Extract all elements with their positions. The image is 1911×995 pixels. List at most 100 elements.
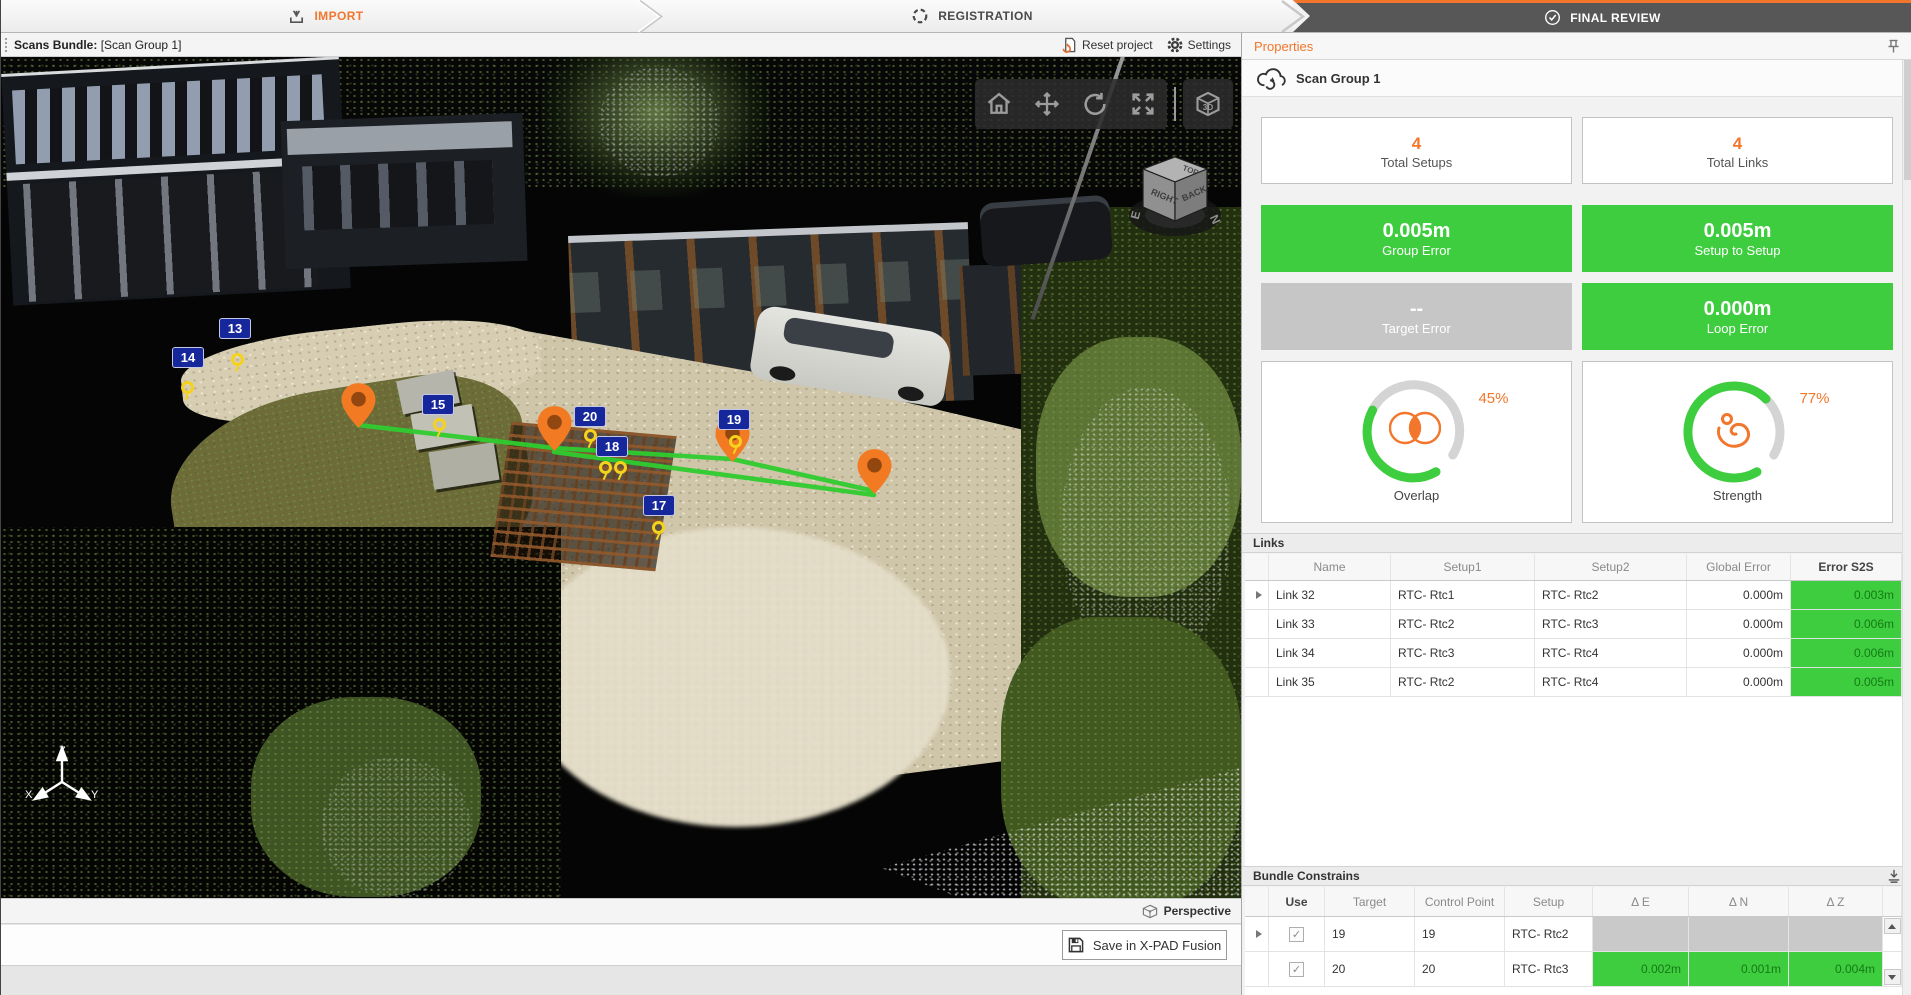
scan-group-name: Scan Group 1 (1296, 71, 1381, 86)
export-constrains-icon[interactable] (1887, 869, 1901, 883)
setup-pin-icon[interactable] (857, 449, 892, 495)
link-setup1: RTC- Rtc1 (1391, 581, 1535, 609)
table-row[interactable]: ✓ 20 20 RTC- Rtc3 0.002m 0.001m 0.004m (1245, 952, 1902, 987)
use-checkbox[interactable]: ✓ (1289, 962, 1304, 977)
panel-scrollbar[interactable] (1902, 60, 1911, 995)
setup-to-setup-value: 0.005m (1704, 220, 1772, 243)
point-cloud-viewport[interactable]: 13 14 15 20 18 19 17 (1, 57, 1241, 898)
links-col-name[interactable]: Name (1269, 554, 1391, 580)
svg-text:3D: 3D (1203, 103, 1214, 112)
total-setups-value: 4 (1412, 132, 1421, 155)
table-row[interactable]: Link 32 RTC- Rtc1 RTC- Rtc2 0.000m 0.003… (1245, 581, 1902, 610)
setup-cell: RTC- Rtc2 (1505, 917, 1593, 951)
settings-button[interactable]: Settings (1167, 37, 1231, 53)
table-row[interactable]: Link 33 RTC- Rtc2 RTC- Rtc3 0.000m 0.006… (1245, 610, 1902, 639)
row-selector (1245, 581, 1269, 609)
save-button-label: Save in X-PAD Fusion (1093, 938, 1221, 953)
delta-n-cell: 0.001m (1689, 952, 1789, 986)
toolbar-divider (1174, 87, 1176, 121)
target-cell: 20 (1325, 952, 1415, 986)
reset-project-label: Reset project (1082, 38, 1153, 52)
target-flag[interactable]: 13 (219, 318, 251, 339)
tab-final-review[interactable]: FINAL REVIEW (1293, 0, 1911, 32)
overlap-percent: 45% (1478, 390, 1508, 407)
links-col-error-s2s[interactable]: Error S2S (1791, 554, 1902, 580)
row-selector (1245, 917, 1269, 951)
target-ring-icon (614, 461, 627, 474)
table-row[interactable]: Link 34 RTC- Rtc3 RTC- Rtc4 0.000m 0.006… (1245, 639, 1902, 668)
table-row[interactable]: Link 35 RTC- Rtc2 RTC- Rtc4 0.000m 0.005… (1245, 668, 1902, 697)
setup-pin-icon[interactable] (341, 383, 376, 429)
bundle-scroll-gutter (1883, 887, 1902, 916)
target-flag[interactable]: 18 (596, 436, 628, 457)
bundle-col-control-point[interactable]: Control Point (1415, 887, 1505, 916)
bundle-constrains-grid: Use Target Control Point Setup Δ E Δ N Δ… (1245, 887, 1902, 995)
use-cell: ✓ (1269, 952, 1325, 986)
links-col-setup2[interactable]: Setup2 (1535, 554, 1687, 580)
strength-percent: 77% (1799, 390, 1829, 407)
axis-y-label: Y (91, 789, 99, 801)
links-col-global-error[interactable]: Global Error (1687, 554, 1791, 580)
reset-project-button[interactable]: Reset project (1062, 37, 1153, 53)
target-flag-label: 17 (652, 498, 666, 513)
setup-to-setup-card: 0.005m Setup to Setup (1582, 205, 1893, 272)
viewer-title-label: Scans Bundle: (14, 38, 97, 52)
3d-view-icon[interactable]: 3D (1194, 90, 1222, 118)
perspective-label[interactable]: Perspective (1164, 904, 1231, 918)
properties-title: Properties (1254, 39, 1313, 54)
bundle-col-dn[interactable]: Δ N (1689, 887, 1789, 916)
setup-to-setup-label: Setup to Setup (1694, 243, 1780, 258)
target-flag[interactable]: 15 (422, 394, 454, 415)
link-name: Link 34 (1269, 639, 1391, 667)
link-setup2: RTC- Rtc3 (1535, 610, 1687, 638)
bundle-constrains-title: Bundle Constrains (1253, 869, 1360, 883)
table-row[interactable]: ✓ 19 19 RTC- Rtc2 (1245, 917, 1902, 952)
viewer-header: Scans Bundle: [Scan Group 1] Reset proje… (1, 33, 1241, 57)
target-flag[interactable]: 17 (643, 495, 675, 516)
links-col-setup1[interactable]: Setup1 (1391, 554, 1535, 580)
loop-error-value: 0.000m (1704, 298, 1772, 321)
link-setup1: RTC- Rtc2 (1391, 610, 1535, 638)
row-selector (1245, 639, 1269, 667)
panel-grip[interactable] (4, 37, 9, 53)
bundle-col-dz[interactable]: Δ Z (1789, 887, 1883, 916)
scroll-up-button[interactable] (1884, 918, 1901, 934)
rotate-icon[interactable] (1081, 90, 1109, 118)
setup-pin-icon[interactable] (537, 406, 572, 452)
bundle-col-target[interactable]: Target (1325, 887, 1415, 916)
viewer-title-value: [Scan Group 1] (97, 38, 181, 52)
zoom-fit-icon[interactable] (1129, 90, 1157, 118)
pin-panel-icon[interactable] (1887, 39, 1900, 54)
link-setup2: RTC- Rtc4 (1535, 639, 1687, 667)
bundle-grid-header: Use Target Control Point Setup Δ E Δ N Δ… (1245, 887, 1902, 917)
tab-registration[interactable]: REGISTRATION (651, 0, 1293, 32)
total-links-label: Total Links (1707, 155, 1768, 170)
target-flag[interactable]: 20 (574, 406, 606, 427)
tab-import[interactable]: IMPORT (1, 0, 651, 32)
total-setups-card: 4 Total Setups (1261, 117, 1572, 184)
target-flag[interactable]: 14 (172, 347, 204, 368)
scan-group-header[interactable]: Scan Group 1 (1242, 60, 1911, 97)
workflow-bar: IMPORT REGISTRATION FINAL REVIEW (1, 0, 1911, 33)
navigation-cube[interactable]: E N TOP RIGHT BACK (1125, 149, 1229, 253)
save-button[interactable]: Save in X-PAD Fusion (1062, 930, 1227, 960)
use-checkbox[interactable]: ✓ (1289, 927, 1304, 942)
target-flag-label: 18 (605, 439, 619, 454)
links-grid: Name Setup1 Setup2 Global Error Error S2… (1245, 554, 1902, 866)
pan-icon[interactable] (1033, 90, 1061, 118)
target-flag[interactable]: 19 (718, 409, 750, 430)
scroll-down-icon (1888, 975, 1896, 980)
loop-error-card: 0.000m Loop Error (1582, 283, 1893, 350)
panel-scrollbar-thumb[interactable] (1904, 60, 1911, 180)
use-cell: ✓ (1269, 917, 1325, 951)
bundle-col-de[interactable]: Δ E (1593, 887, 1689, 916)
step-separator-icon (1280, 0, 1306, 33)
scrollbar-cell (1883, 952, 1902, 986)
bundle-col-use[interactable]: Use (1269, 887, 1325, 916)
tab-final-review-label: FINAL REVIEW (1570, 11, 1661, 25)
scan-group-cloud-icon (1256, 67, 1286, 90)
home-view-icon[interactable] (985, 90, 1013, 118)
bundle-col-setup[interactable]: Setup (1505, 887, 1593, 916)
scroll-down-button[interactable] (1884, 969, 1901, 985)
target-flag-label: 14 (181, 350, 195, 365)
